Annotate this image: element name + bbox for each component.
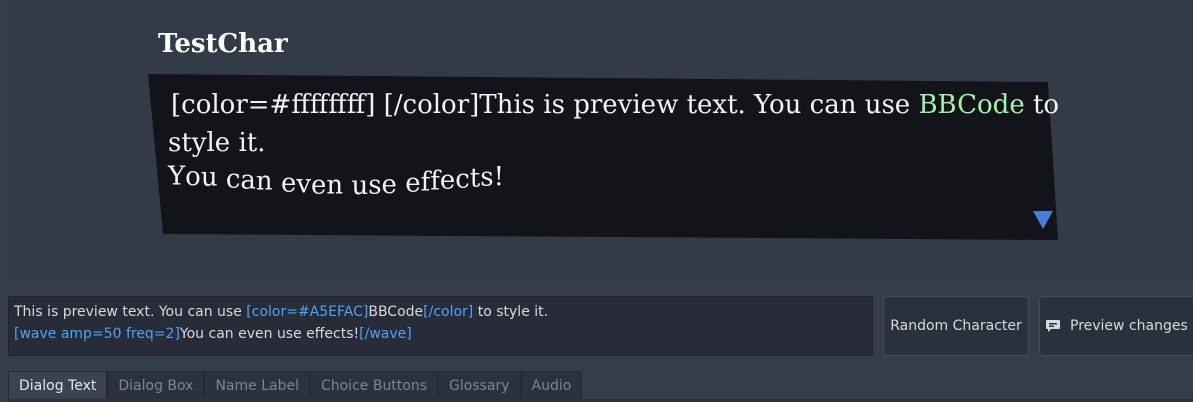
tab-choice-buttons[interactable]: Choice Buttons [309,371,439,400]
preview-raw-tag: [color=#ffffffff] [/color] [171,90,480,120]
random-character-button[interactable]: Random Character [883,296,1029,356]
editor-line-2: [wave amp=50 freq=2]You can even use eff… [14,323,867,345]
dialog-preview-area: TestChar [color=#ffffffff] [/color]This … [8,0,1193,280]
preview-wave-line: You can even use effects! [168,161,505,201]
dialog-preview-text: [color=#ffffffff] [/color]This is previe… [168,86,1059,201]
preview-line-1-end: to [1024,90,1060,120]
editor-color-close-tag: [/color] [423,304,474,320]
editor-line-1: This is preview text. You can use [color… [14,301,867,323]
editor-wave-open-tag: [wave amp=50 freq=2] [14,326,180,342]
dialog-text-editor[interactable]: This is preview text. You can use [color… [8,296,873,356]
editor-line-1-plain: This is preview text. You can use [14,304,247,320]
preview-changes-label: Preview changes [1070,318,1188,334]
preview-line-2: style it. [168,128,266,158]
tab-dialog-box[interactable]: Dialog Box [107,371,205,400]
preview-highlight-word: BBCode [918,90,1025,120]
tab-dialog-text[interactable]: Dialog Text [8,371,108,402]
editor-line-1-end: to style it. [473,304,549,320]
settings-tab-bar: Dialog Text Dialog Box Name Label Choice… [8,371,583,402]
preview-line-1: [color=#ffffffff] [/color]This is previe… [168,86,1059,124]
editor-line-2-text: You can even use effects! [179,326,360,342]
editor-bbcode-word: BBCode [368,304,424,320]
chat-bubble-icon [1046,320,1060,332]
triangle-down-icon [1033,211,1053,229]
random-character-label: Random Character [890,318,1022,334]
character-name-label: TestChar [158,29,288,59]
editor-color-open-tag: [color=#A5EFAC] [246,304,369,320]
preview-line-1-text: This is preview text. You can use [479,90,919,120]
editor-wave-close-tag: [/wave] [359,326,412,342]
tab-audio[interactable]: Audio [520,371,583,400]
preview-changes-button[interactable]: Preview changes [1039,296,1193,356]
tab-glossary[interactable]: Glossary [438,371,521,400]
tab-name-label[interactable]: Name Label [204,371,310,400]
